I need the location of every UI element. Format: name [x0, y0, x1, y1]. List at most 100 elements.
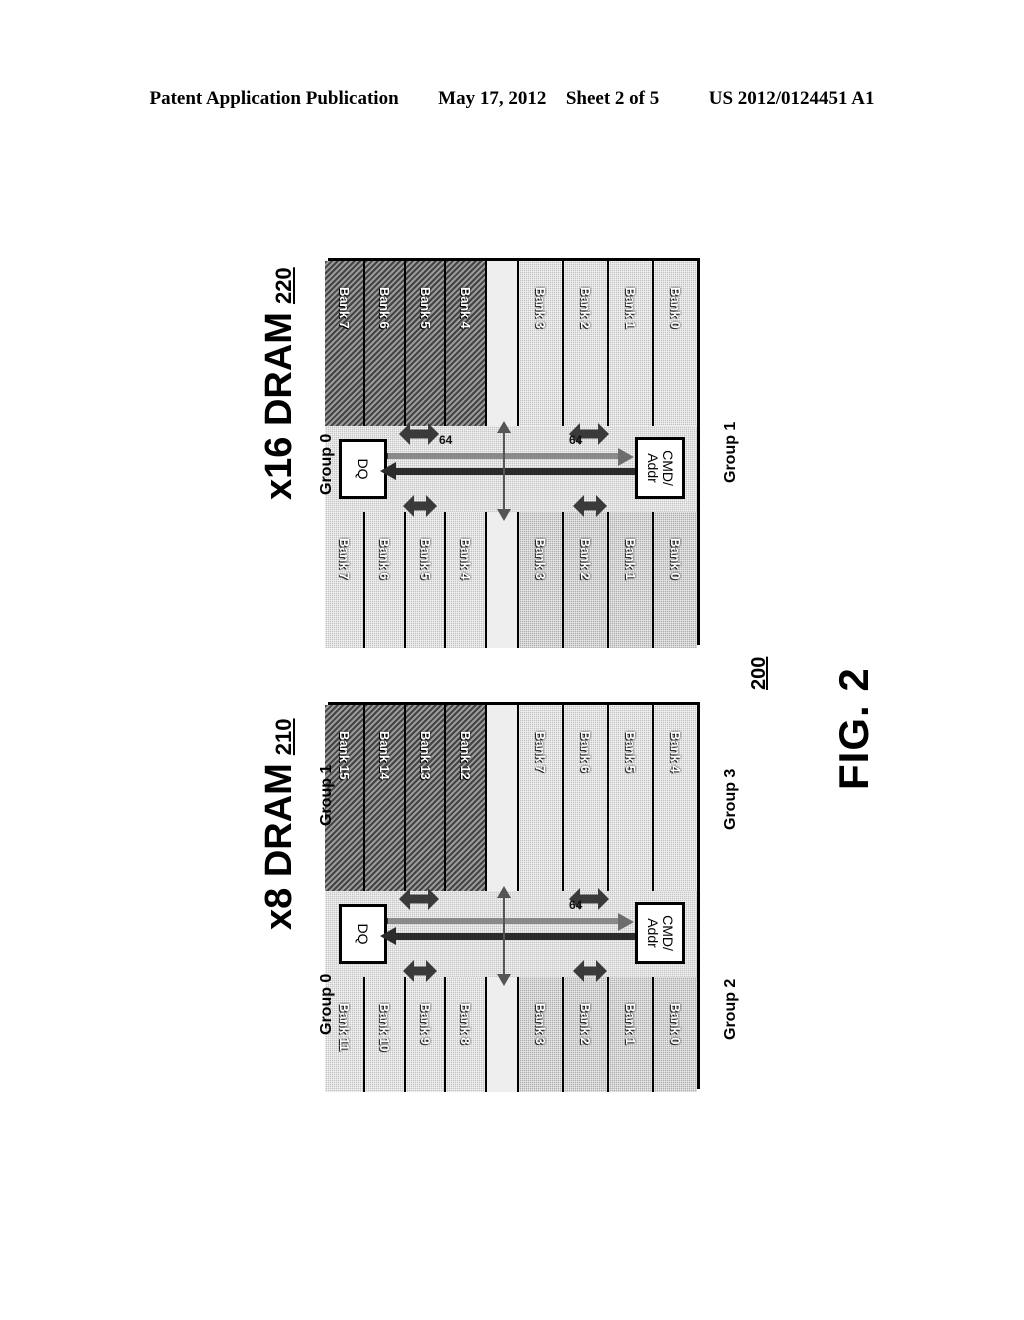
x8-group-label-bottom-right: Group 2 — [722, 978, 739, 1040]
x8-gutter-right — [485, 977, 519, 1092]
table-row: Bank 6 — [363, 261, 404, 426]
bank-label: Bank 7 — [336, 538, 352, 580]
x16-title-group: x16 DRAM 220 — [258, 267, 301, 500]
arrow-shaft — [503, 431, 505, 511]
arrow-shaft — [414, 966, 426, 976]
table-row: Bank 1 — [607, 977, 652, 1092]
x8-quadrant-group2: Bank 8 Bank 9 Bank 10 Bank 11 — [325, 977, 485, 1092]
x16-gutter-right — [485, 512, 519, 648]
bank-label: Bank 1 — [623, 287, 638, 329]
arrow-shaft — [584, 501, 596, 511]
arrow-head-down-icon — [573, 495, 584, 517]
table-row: Bank 2 — [562, 261, 607, 426]
bank-label: Bank 5 — [417, 538, 433, 580]
x16-bus-arrow-group0-bottom — [399, 423, 439, 445]
arrow-shaft — [414, 501, 426, 511]
table-row: Bank 7 — [325, 512, 364, 648]
table-row: Bank 10 — [363, 977, 404, 1092]
arrow-head-right-icon — [497, 974, 511, 986]
bank-label: Bank 5 — [417, 287, 433, 329]
x16-gutter-left — [485, 261, 519, 426]
x8-title-group: x8 DRAM 210 — [258, 718, 301, 930]
bank-label: Bank 7 — [336, 287, 352, 329]
bank-label: Bank 3 — [533, 287, 548, 329]
bus-width-label: 64 — [569, 433, 583, 447]
cmd-addr-box: CMD/ Addr — [635, 437, 685, 499]
arrow-head-down-icon — [573, 960, 584, 982]
x8-reference-numeral: 210 — [271, 718, 296, 756]
bank-label: Bank 4 — [458, 538, 474, 580]
x16-bus-arrow-group1-bottom — [403, 495, 437, 517]
arrow-head-up-icon — [598, 423, 609, 445]
bank-label: Bank 11 — [336, 1003, 352, 1051]
bank-label: Bank 13 — [417, 731, 433, 780]
bank-label: Bank 7 — [533, 731, 548, 773]
arrow-head-down-icon — [399, 423, 410, 445]
x8-gutter-span-arrow — [493, 886, 515, 986]
table-row: Bank 7 — [519, 705, 562, 891]
arrow-head-up-icon — [596, 960, 607, 982]
table-row: Bank 0 — [652, 977, 697, 1092]
table-row: Bank 4 — [652, 705, 697, 891]
bank-label: Bank 4 — [458, 287, 474, 329]
arrow-shaft — [580, 894, 598, 904]
arrow-head-up-icon — [428, 423, 439, 445]
table-row: Bank 2 — [562, 977, 607, 1092]
table-row: Bank 0 — [652, 512, 697, 648]
arrow-shaft — [584, 966, 596, 976]
x8-group-label-top-right: Group 3 — [722, 768, 739, 830]
table-row: Bank 5 — [404, 261, 445, 426]
bus-width-label: 64 — [569, 898, 583, 912]
bank-label: Bank 14 — [377, 731, 393, 780]
arrow-head-up-icon — [428, 888, 439, 910]
arrow-head-up-icon — [426, 960, 437, 982]
arrow-shaft — [503, 896, 505, 976]
page-title: x16 DRAM — [258, 312, 300, 500]
bank-label: Bank 3 — [533, 1003, 548, 1045]
arrow-shaft — [410, 429, 428, 439]
x8-gutter-left — [485, 705, 519, 891]
bank-label: Bank 8 — [458, 1003, 474, 1045]
table-row: Bank 13 — [404, 705, 445, 891]
x16-quadrant-group1-bottom: Bank 4 Bank 5 Bank 6 Bank 7 — [325, 512, 485, 648]
table-row: Bank 9 — [404, 977, 445, 1092]
bank-label: Bank 2 — [578, 287, 593, 329]
bank-label: Bank 5 — [623, 731, 638, 773]
table-row: Bank 14 — [363, 705, 404, 891]
cmd-addr-box: CMD/ Addr — [635, 902, 685, 964]
bank-label: Bank 4 — [668, 731, 683, 773]
x16-secondary-bus-arrowhead — [618, 448, 634, 466]
bank-label: Bank 0 — [668, 1003, 683, 1045]
bank-label: Bank 1 — [623, 538, 638, 580]
arrow-head-down-icon — [399, 888, 410, 910]
bank-label: Bank 1 — [623, 1003, 638, 1045]
bank-label: Bank 6 — [377, 538, 393, 580]
x8-bus-arrow-group3 — [573, 960, 607, 982]
arrow-head-down-icon — [403, 960, 414, 982]
arrow-shaft — [580, 429, 598, 439]
x16-gutter-span-arrow — [493, 421, 515, 521]
table-row: Bank 4 — [444, 512, 485, 648]
table-row: Bank 6 — [562, 705, 607, 891]
bank-label: Bank 6 — [578, 731, 593, 773]
page-title: x8 DRAM — [258, 763, 300, 930]
x8-data-bus-arrowhead — [380, 927, 396, 945]
x16-bus-arrow-group1-top — [573, 495, 607, 517]
x8-secondary-bus-arrowhead — [618, 913, 634, 931]
x8-group-label-top-left: Group 1 — [318, 764, 335, 826]
bank-label: Bank 0 — [668, 287, 683, 329]
x16-group-label-left: Group 0 — [318, 433, 335, 495]
bank-label: Bank 2 — [578, 1003, 593, 1045]
x8-bus-arrow-group2 — [403, 960, 437, 982]
table-row: Bank 1 — [607, 261, 652, 426]
bank-label: Bank 0 — [668, 538, 683, 580]
table-row: Bank 1 — [607, 512, 652, 648]
table-row: Bank 6 — [363, 512, 404, 648]
figure-reference-numeral: 200 — [748, 656, 770, 690]
bank-label: Bank 10 — [377, 1003, 393, 1052]
table-row: Bank 3 — [519, 261, 562, 426]
arrow-head-up-icon — [596, 495, 607, 517]
table-row: Bank 2 — [562, 512, 607, 648]
bank-label: Bank 2 — [578, 538, 593, 580]
x16-group-label-right: Group 1 — [722, 421, 739, 483]
